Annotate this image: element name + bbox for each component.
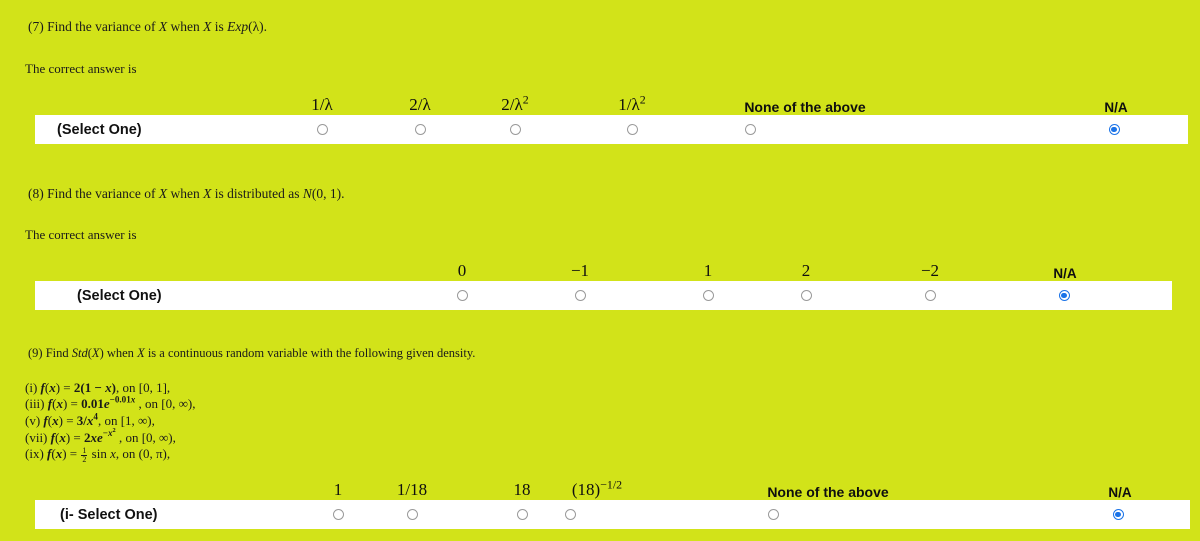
math-var-x: X [137, 346, 145, 360]
option-header-one: 1 [333, 480, 343, 500]
option-header-one: 1 [703, 261, 713, 281]
radio-q8-option-two[interactable] [800, 290, 812, 302]
radio-q7-option-4[interactable] [626, 124, 638, 136]
question-9-answer-bar: (i- Select One) [35, 500, 1190, 530]
question-9-option-group: 1 1/18 18 (18)−1/2 None of the above N/A… [0, 474, 1200, 530]
radio-q9-option-one-over-eighteen[interactable] [406, 509, 418, 521]
option-header-na: N/A [1053, 266, 1077, 282]
radio-q7-option-1[interactable] [316, 124, 328, 136]
question-8-answer-bar: (Select One) [35, 281, 1172, 311]
math-normal-distribution: N [302, 186, 312, 201]
question-8-select-one-label: (Select One) [77, 287, 162, 304]
question-7-option-headers: 1/λ 2/λ 2/λ2 1/λ2 None of the above N/A [0, 89, 1200, 116]
radio-q7-option-na[interactable] [1108, 124, 1120, 136]
option-header-two: 2 [801, 261, 811, 281]
option-header-minus-two: −2 [920, 261, 940, 281]
density-item-v: (v) f(x) = 3/x4, on [1, ∞), [25, 411, 155, 429]
option-header-eighteen: 18 [513, 480, 531, 500]
math-std-function: Std [71, 346, 88, 360]
radio-q9-option-none-of-the-above[interactable] [767, 509, 779, 521]
radio-q8-option-minus-two[interactable] [924, 290, 936, 302]
radio-q9-option-na[interactable] [1112, 509, 1124, 521]
density-item-i: (i) f(x) = 2(1 − x), on [0, 1], [25, 379, 171, 395]
question-8-stem: (8) Find the variance of X when X is dis… [28, 186, 345, 201]
radio-q7-option-3[interactable] [509, 124, 521, 136]
worksheet-page: (7) Find the variance of X when X is Exp… [0, 0, 1200, 541]
option-header-minus-one: −1 [570, 261, 590, 281]
question-block-9: (9) Find Std(X) when X is a continuous r… [0, 345, 1200, 530]
radio-q9-option-eighteen[interactable] [516, 509, 528, 521]
density-item-vii: (vii) f(x) = 2xe−x2 , on [0, ∞), [25, 427, 176, 445]
math-var-x: X [158, 186, 168, 201]
option-header-none-of-the-above: None of the above [767, 484, 889, 501]
density-item-iii: (iii) f(x) = 0.01e−0.01x , on [0, ∞), [25, 395, 196, 412]
radio-q9-option-eighteen-pow-minus-half[interactable] [564, 509, 576, 521]
density-item-ix: (ix) f(x) = 12 sin x, on (0, π), [25, 445, 171, 464]
question-9-stem: (9) Find Std(X) when X is a continuous r… [28, 346, 476, 360]
question-7-select-one-label: (Select One) [57, 121, 142, 138]
question-8-number: (8) [28, 186, 44, 201]
radio-q8-option-zero[interactable] [456, 290, 468, 302]
radio-q9-option-one[interactable] [332, 509, 344, 521]
radio-q7-option-2[interactable] [414, 124, 426, 136]
question-8-option-headers: 0 −1 1 2 −2 N/A [0, 255, 1200, 281]
radio-q8-option-one[interactable] [702, 290, 714, 302]
math-exp-distribution: Exp [227, 19, 249, 34]
question-7-prompt: The correct answer is [25, 61, 137, 77]
question-8-prompt: The correct answer is [25, 227, 137, 243]
radio-q8-option-na[interactable] [1058, 290, 1070, 302]
question-block-7: (7) Find the variance of X when X is Exp… [0, 0, 1200, 145]
question-9-select-one-label: (i- Select One) [60, 506, 158, 523]
option-header-one-over-eighteen: 1/18 [396, 480, 428, 500]
question-9-density-list: (i) f(x) = 2(1 − x), on [0, 1], (iii) f(… [0, 362, 1200, 464]
option-header-1-over-lambda-squared: 1/λ2 [618, 92, 646, 115]
option-header-none-of-the-above: None of the above [744, 99, 866, 116]
math-var-x: X [203, 186, 212, 201]
question-7-option-group: 1/λ 2/λ 2/λ2 1/λ2 None of the above N/A … [0, 89, 1200, 145]
option-header-eighteen-pow-minus-half: (18)−1/2 [571, 477, 623, 500]
option-header-na: N/A [1108, 485, 1132, 501]
question-7-answer-bar: (Select One) [35, 115, 1188, 145]
question-7-number: (7) [28, 19, 44, 34]
radio-q7-option-none-of-the-above[interactable] [744, 124, 756, 136]
question-7-stem: (7) Find the variance of X when X is Exp… [28, 19, 268, 34]
question-8-option-group: 0 −1 1 2 −2 N/A (Select One) [0, 255, 1200, 311]
option-header-na: N/A [1104, 100, 1128, 116]
math-var-x: X [203, 19, 212, 34]
question-9-number: (9) [28, 346, 43, 360]
option-header-zero: 0 [457, 261, 467, 281]
question-9-option-headers: 1 1/18 18 (18)−1/2 None of the above N/A [0, 474, 1200, 500]
math-var-x: X [158, 19, 168, 34]
option-header-2-over-lambda-squared: 2/λ2 [501, 92, 529, 115]
option-header-2-over-lambda: 2/λ [409, 95, 431, 115]
radio-q8-option-minus-one[interactable] [574, 290, 586, 302]
question-block-8: (8) Find the variance of X when X is dis… [0, 185, 1200, 311]
option-header-1-over-lambda: 1/λ [311, 95, 333, 115]
